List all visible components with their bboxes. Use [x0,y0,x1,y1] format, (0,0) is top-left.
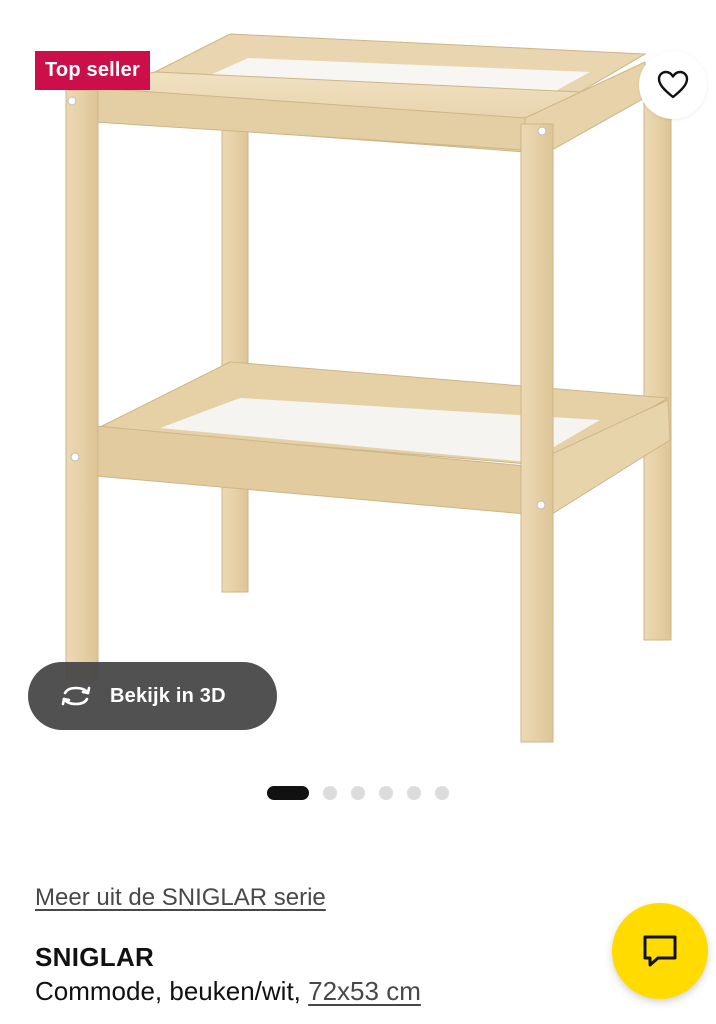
view-in-3d-label: Bekijk in 3D [110,684,226,707]
pagination-dot[interactable] [407,786,421,800]
product-description: Commode, beuken/wit, 72x53 cm [35,976,421,1007]
top-seller-badge: Top seller [35,51,150,90]
product-gallery[interactable]: Top seller Bekijk in 3D [0,0,716,760]
product-name: SNIGLAR [35,942,155,972]
gallery-pagination [0,785,716,801]
pagination-dot[interactable] [323,786,337,800]
pagination-dot[interactable] [435,786,449,800]
product-page: Top seller Bekijk in 3D Meer uit de SNIG… [0,0,716,1024]
product-description-text: Commode, beuken/wit, [35,976,309,1006]
pagination-dot-active[interactable] [267,786,309,800]
chat-button[interactable] [612,903,708,999]
rotate-3d-icon [56,682,96,710]
product-image [65,33,672,743]
pagination-dot[interactable] [351,786,365,800]
view-in-3d-button[interactable]: Bekijk in 3D [28,662,277,730]
chat-bubble-icon [643,935,677,967]
heart-icon [657,70,689,99]
pagination-dot[interactable] [379,786,393,800]
favorite-button[interactable] [639,51,707,119]
series-link[interactable]: Meer uit de SNIGLAR serie [35,884,326,912]
product-size-link[interactable]: 72x53 cm [308,976,421,1006]
